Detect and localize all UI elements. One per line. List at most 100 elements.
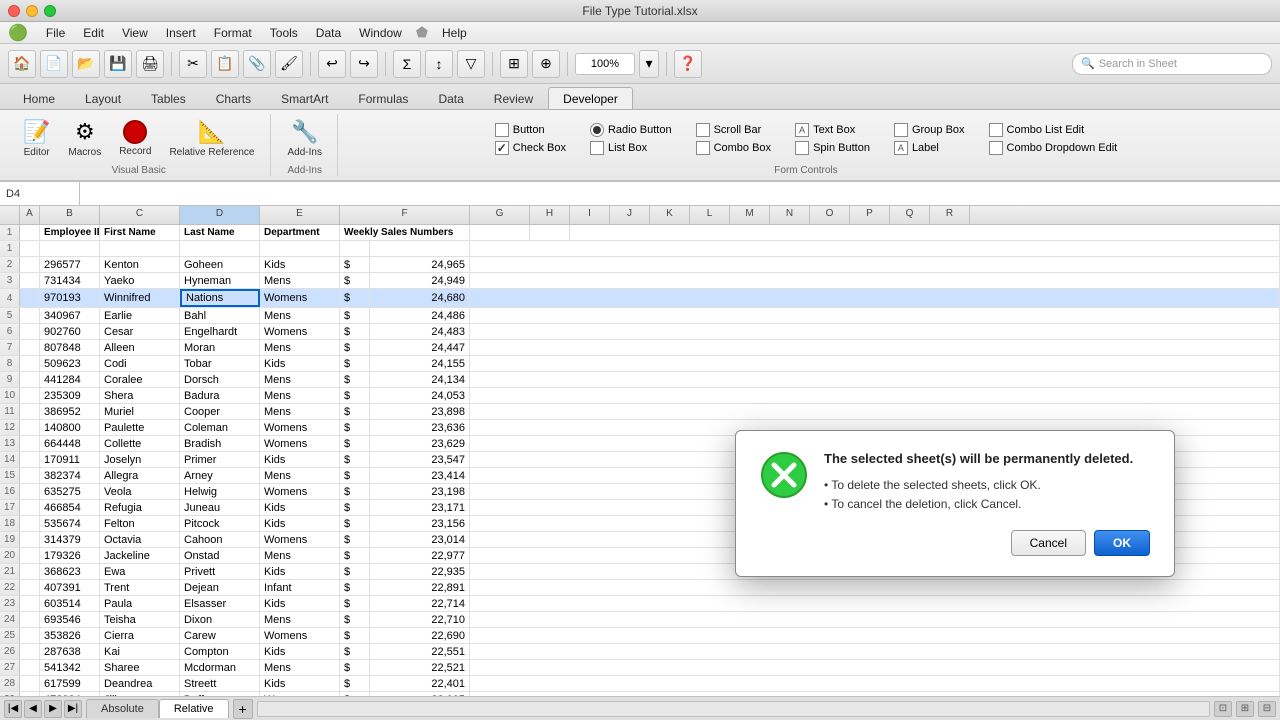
cell-e8[interactable]: Kids — [260, 356, 340, 371]
cell-c28[interactable]: Deandrea — [100, 676, 180, 691]
cell-f2-10[interactable]: 24,053 — [370, 388, 470, 403]
col-header-c[interactable]: C — [100, 206, 180, 224]
tab-review[interactable]: Review — [479, 87, 548, 109]
cell-a3[interactable] — [20, 273, 40, 288]
cell-b17[interactable]: 466854 — [40, 500, 100, 515]
cell-c24[interactable]: Teisha — [100, 612, 180, 627]
cell-e9[interactable]: Mens — [260, 372, 340, 387]
cell-d26[interactable]: Compton — [180, 644, 260, 659]
col-header-r[interactable]: R — [930, 206, 970, 224]
radio-control[interactable] — [590, 123, 604, 137]
cell-d9[interactable]: Dorsch — [180, 372, 260, 387]
cell-c1[interactable]: First Name — [100, 225, 180, 240]
cell-b11[interactable]: 386952 — [40, 404, 100, 419]
form-control-label[interactable]: A Label — [894, 141, 965, 155]
cell-b24[interactable]: 693546 — [40, 612, 100, 627]
cell-rest-9[interactable] — [470, 372, 1280, 387]
menu-tools[interactable]: Tools — [262, 24, 306, 42]
zoom-dropdown[interactable]: ▾ — [639, 50, 659, 78]
sheet-nav-next[interactable]: ▶ — [44, 700, 62, 718]
cell-b25[interactable]: 353826 — [40, 628, 100, 643]
cell-d18[interactable]: Pitcock — [180, 516, 260, 531]
form-control-spinbutton[interactable]: Spin Button — [795, 141, 870, 155]
cell-f2-22[interactable]: 22,891 — [370, 580, 470, 595]
menu-insert[interactable]: Insert — [158, 24, 204, 42]
cell-a11[interactable] — [20, 404, 40, 419]
cell-rest-8[interactable] — [470, 356, 1280, 371]
menu-help[interactable]: Help — [434, 24, 475, 42]
minimize-button[interactable] — [26, 5, 38, 17]
cell-b22[interactable]: 407391 — [40, 580, 100, 595]
col-header-p[interactable]: P — [850, 206, 890, 224]
cell-f2-9[interactable]: 24,134 — [370, 372, 470, 387]
cell-b28[interactable]: 617599 — [40, 676, 100, 691]
menu-file[interactable]: File — [38, 24, 73, 42]
cell-f2-5[interactable]: 24,486 — [370, 308, 470, 323]
cell-c20[interactable]: Jackeline — [100, 548, 180, 563]
cell-d19[interactable]: Cahoon — [180, 532, 260, 547]
cell-b4[interactable]: 970193 — [40, 289, 100, 307]
cell-c19[interactable]: Octavia — [100, 532, 180, 547]
cell-f1-13[interactable]: $ — [340, 436, 370, 451]
sheet-tab-absolute[interactable]: Absolute — [86, 699, 159, 718]
toolbar-gallery[interactable]: ⊞ — [500, 50, 528, 78]
cell-f1-25[interactable]: $ — [340, 628, 370, 643]
cell-c25[interactable]: Cierra — [100, 628, 180, 643]
cell-e1[interactable] — [260, 241, 340, 256]
cell-rest-1[interactable] — [470, 241, 1280, 256]
cell-f2-6[interactable]: 24,483 — [370, 324, 470, 339]
cell-f1-22[interactable]: $ — [340, 580, 370, 595]
tab-home[interactable]: Home — [8, 87, 70, 109]
cell-b27[interactable]: 541342 — [40, 660, 100, 675]
search-box[interactable]: 🔍 Search in Sheet — [1072, 53, 1272, 75]
cell-e24[interactable]: Mens — [260, 612, 340, 627]
cell-f2-20[interactable]: 22,977 — [370, 548, 470, 563]
cell-e23[interactable]: Kids — [260, 596, 340, 611]
cell-a8[interactable] — [20, 356, 40, 371]
maximize-button[interactable] — [44, 5, 56, 17]
cell-f1-23[interactable]: $ — [340, 596, 370, 611]
cell-a9[interactable] — [20, 372, 40, 387]
cell-c27[interactable]: Sharee — [100, 660, 180, 675]
cell-a24[interactable] — [20, 612, 40, 627]
cell-c9[interactable]: Coralee — [100, 372, 180, 387]
cell-f1-16[interactable]: $ — [340, 484, 370, 499]
col-header-l[interactable]: L — [690, 206, 730, 224]
cell-a23[interactable] — [20, 596, 40, 611]
cell-e7[interactable]: Mens — [260, 340, 340, 355]
cell-f1-4[interactable]: $ — [340, 289, 370, 307]
form-control-combo-list-edit[interactable]: Combo List Edit — [989, 123, 1118, 137]
cell-f2-19[interactable]: 23,014 — [370, 532, 470, 547]
cell-c11[interactable]: Muriel — [100, 404, 180, 419]
toolbar-help[interactable]: ❓ — [674, 50, 702, 78]
tab-formulas[interactable]: Formulas — [343, 87, 423, 109]
cell-b16[interactable]: 635275 — [40, 484, 100, 499]
cell-rest-1[interactable] — [570, 225, 1280, 240]
cell-a2[interactable] — [20, 257, 40, 272]
sheet-tab-relative[interactable]: Relative — [159, 699, 229, 718]
cell-c15[interactable]: Allegra — [100, 468, 180, 483]
cell-f2-11[interactable]: 23,898 — [370, 404, 470, 419]
cell-d1[interactable]: Last Name — [180, 225, 260, 240]
tab-smartart[interactable]: SmartArt — [266, 87, 343, 109]
view-normal[interactable]: ⊡ — [1214, 701, 1232, 717]
cell-c18[interactable]: Felton — [100, 516, 180, 531]
cell-a21[interactable] — [20, 564, 40, 579]
cell-f2-3[interactable]: 24,949 — [370, 273, 470, 288]
zoom-control[interactable]: 100% — [575, 53, 635, 75]
menu-format[interactable]: Format — [206, 24, 260, 42]
cell-f1-12[interactable]: $ — [340, 420, 370, 435]
cell-b10[interactable]: 235309 — [40, 388, 100, 403]
cell-f2-14[interactable]: 23,547 — [370, 452, 470, 467]
cell-d20[interactable]: Onstad — [180, 548, 260, 563]
btn-editor[interactable]: 📝 Editor — [16, 114, 57, 163]
cell-f2-15[interactable]: 23,414 — [370, 468, 470, 483]
cell-c5[interactable]: Earlie — [100, 308, 180, 323]
cell-a16[interactable] — [20, 484, 40, 499]
cell-d8[interactable]: Tobar — [180, 356, 260, 371]
col-header-q[interactable]: Q — [890, 206, 930, 224]
cell-e10[interactable]: Mens — [260, 388, 340, 403]
cell-a17[interactable] — [20, 500, 40, 515]
cell-e19[interactable]: Womens — [260, 532, 340, 547]
toolbar-save[interactable]: 💾 — [104, 50, 132, 78]
